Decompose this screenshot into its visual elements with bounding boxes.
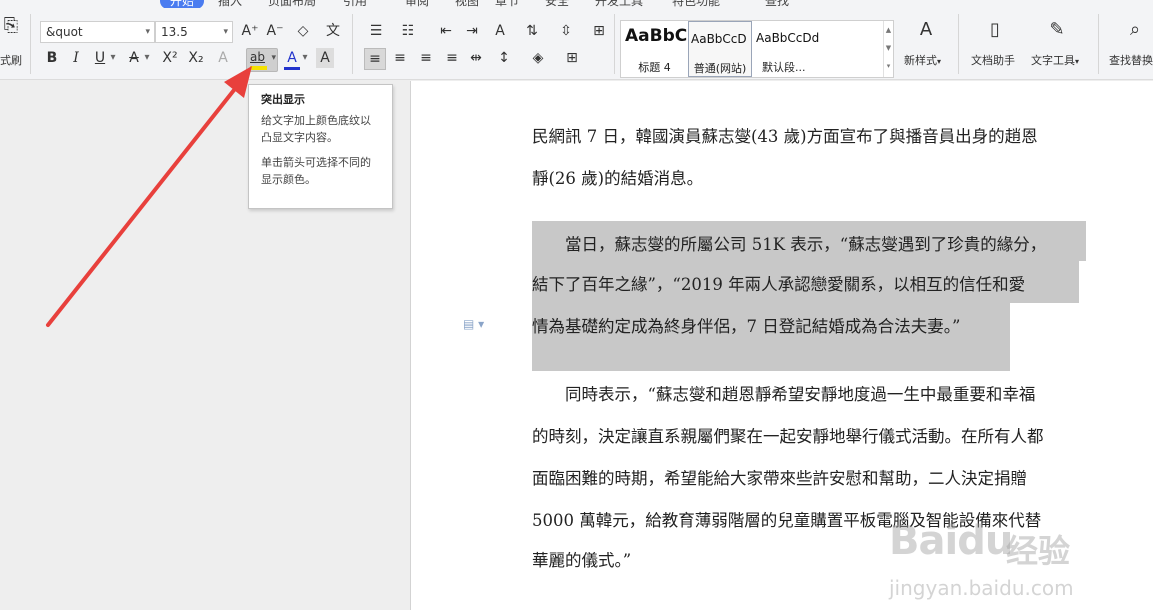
arrow-head xyxy=(224,66,252,98)
arrow-shaft xyxy=(46,83,240,327)
annotation-arrow xyxy=(46,66,252,327)
